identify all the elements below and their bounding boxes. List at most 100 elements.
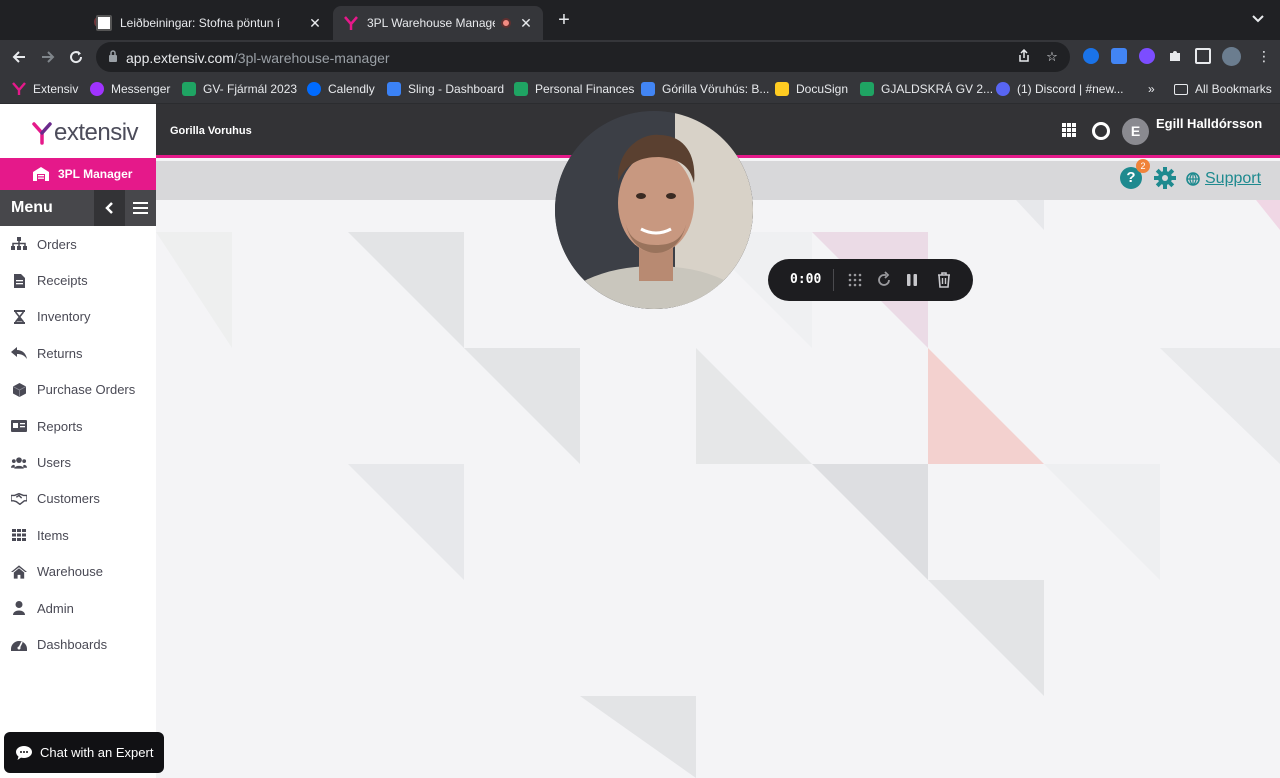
bookmark-star-icon[interactable]: ☆ [1044,49,1060,65]
pause-icon[interactable] [902,270,922,290]
sidebar-item-receipts[interactable]: Receipts [0,262,156,298]
collapse-menu-chevron-icon[interactable] [94,190,125,226]
sidebar-item-items[interactable]: Items [0,517,156,553]
browser-tab-leidbeiningar[interactable]: Leiðbeiningar: Stofna pöntun í ✕ [86,6,332,40]
file-icon [11,273,27,288]
bookmark-messenger[interactable]: Messenger [90,81,170,97]
extensiv-logo[interactable]: extensiv [32,118,139,148]
reload-icon[interactable] [65,46,87,68]
browser-tab-3pl-warehouse-manager[interactable]: 3PL Warehouse Manager | ✕ [333,6,543,40]
bookmark-calendly[interactable]: Calendly [307,81,375,97]
address-bar[interactable]: app.extensiv.com/3pl-warehouse-manager ☆ [96,42,1070,72]
new-tab-button[interactable]: + [554,10,574,30]
forward-arrow-icon[interactable] [37,46,59,68]
company-name: Gorilla Voruhus [170,125,252,137]
handshake-icon [11,492,27,506]
doc-favicon-icon [96,15,112,31]
sidebar-item-admin[interactable]: Admin [0,590,156,626]
menu-header: Menu [0,190,156,226]
translate-extension-icon[interactable] [1111,48,1127,64]
bookmark-label: Calendly [328,82,375,96]
gear-icon[interactable] [1154,167,1176,189]
bookmark-extensiv[interactable]: Extensiv [12,81,78,97]
hamburger-menu-icon[interactable] [125,190,156,226]
triangle-pattern-background [156,200,1280,778]
extensiv-favicon-icon [343,15,359,31]
share-icon[interactable] [1016,48,1032,65]
lock-icon [109,50,117,62]
sidebar-item-warehouse[interactable]: Warehouse [0,554,156,590]
sidebar-item-label: Returns [37,345,83,361]
sheets-icon [182,82,196,96]
sidebar-item-label: Admin [37,600,74,616]
all-bookmarks-folder[interactable]: All Bookmarks [1174,81,1272,97]
sidebar-item-label: Inventory [37,309,91,325]
back-arrow-icon[interactable] [8,46,30,68]
sidebar-item-label: Users [37,455,71,471]
sidebar-item-reports[interactable]: Reports [0,408,156,444]
globe-icon [1186,172,1200,186]
sidebar-item-label: Reports [37,418,83,434]
folder-icon [1174,83,1188,95]
bookmark-gorilla-voruhus[interactable]: Górilla Vöruhús: B... [641,81,769,97]
sidebar-item-users[interactable]: Users [0,444,156,480]
bookmark-gjaldskra[interactable]: GJALDSKRÁ GV 2... [860,81,993,97]
tab-title: 3PL Warehouse Manager | [367,16,495,30]
sheets-icon [860,82,874,96]
support-link[interactable]: Support [1186,170,1261,188]
recording-timer: 0:00 [790,272,822,287]
drag-handle-icon[interactable] [845,270,865,290]
notification-badge: 2 [1136,159,1150,173]
close-tab-icon[interactable]: ✕ [517,15,535,32]
bookmark-gv-fjarmal[interactable]: GV- Fjármál 2023 [182,81,297,97]
sidebar-item-label: Orders [37,236,77,252]
user-name[interactable]: Egill Halldórsson [1156,116,1262,131]
trash-icon[interactable] [934,270,954,290]
bookmark-label: GV- Fjármál 2023 [203,82,298,96]
sidebar-item-label: Dashboards [37,636,108,652]
sidebar-item-orders[interactable]: Orders [0,226,156,262]
bookmark-personal-finances[interactable]: Personal Finances [514,81,634,97]
bookmark-sling[interactable]: Sling - Dashboard [387,81,504,97]
side-panel-icon[interactable] [1195,48,1211,64]
logo-text: extensiv [54,119,139,146]
bookmarks-bar: Extensiv Messenger GV- Fjármál 2023 Cale… [0,74,1280,104]
app-launcher-grid-icon[interactable] [1062,123,1076,137]
th-icon [11,528,27,542]
sidebar-nav: Orders Receipts Inventory Returns Purcha… [0,226,156,663]
extensions-puzzle-icon[interactable] [1167,48,1183,64]
extension-c-icon[interactable] [1083,48,1099,64]
bookmark-label: Extensiv [33,82,79,96]
bookmark-docusign[interactable]: DocuSign [775,81,848,97]
bookmark-discord[interactable]: (1) Discord | #new... [996,81,1124,97]
support-label: Support [1205,170,1262,187]
extensiv-bookmark-icon [12,82,26,96]
user-avatar[interactable]: E [1122,118,1149,145]
id-card-icon [11,419,27,433]
chat-with-expert-button[interactable]: Chat with an Expert [4,732,164,773]
sidebar-item-returns[interactable]: Returns [0,335,156,371]
extension-star-icon[interactable] [1139,48,1155,64]
product-switcher[interactable]: 3PL Manager [0,158,156,190]
close-tab-icon[interactable]: ✕ [306,15,324,32]
url-text: app.extensiv.com/3pl-warehouse-manager [126,50,390,66]
life-ring-icon[interactable] [1092,122,1110,140]
sidebar-item-customers[interactable]: Customers [0,481,156,517]
product-name: 3PL Manager [58,167,133,181]
menu-title: Menu [11,199,53,216]
more-bookmarks-chevron[interactable]: » [1148,81,1155,97]
profile-avatar-icon[interactable] [1222,47,1241,66]
sidebar-item-dashboards[interactable]: Dashboards [0,626,156,662]
hourglass-icon [11,309,27,324]
chrome-menu-icon[interactable]: ⋮ [1256,48,1272,64]
bookmark-label: DocuSign [796,82,849,96]
extensiv-logo-mark-icon [32,122,52,145]
webcam-bubble[interactable] [555,111,753,309]
tab-title: Leiðbeiningar: Stofna pöntun í [120,16,281,30]
sidebar-item-label: Purchase Orders [37,382,136,398]
restart-icon[interactable] [874,270,894,290]
warehouse-icon [33,167,49,181]
sidebar-item-inventory[interactable]: Inventory [0,299,156,335]
sidebar-item-purchase-orders[interactable]: Purchase Orders [0,372,156,408]
tab-search-chevron-icon[interactable] [1252,12,1264,26]
